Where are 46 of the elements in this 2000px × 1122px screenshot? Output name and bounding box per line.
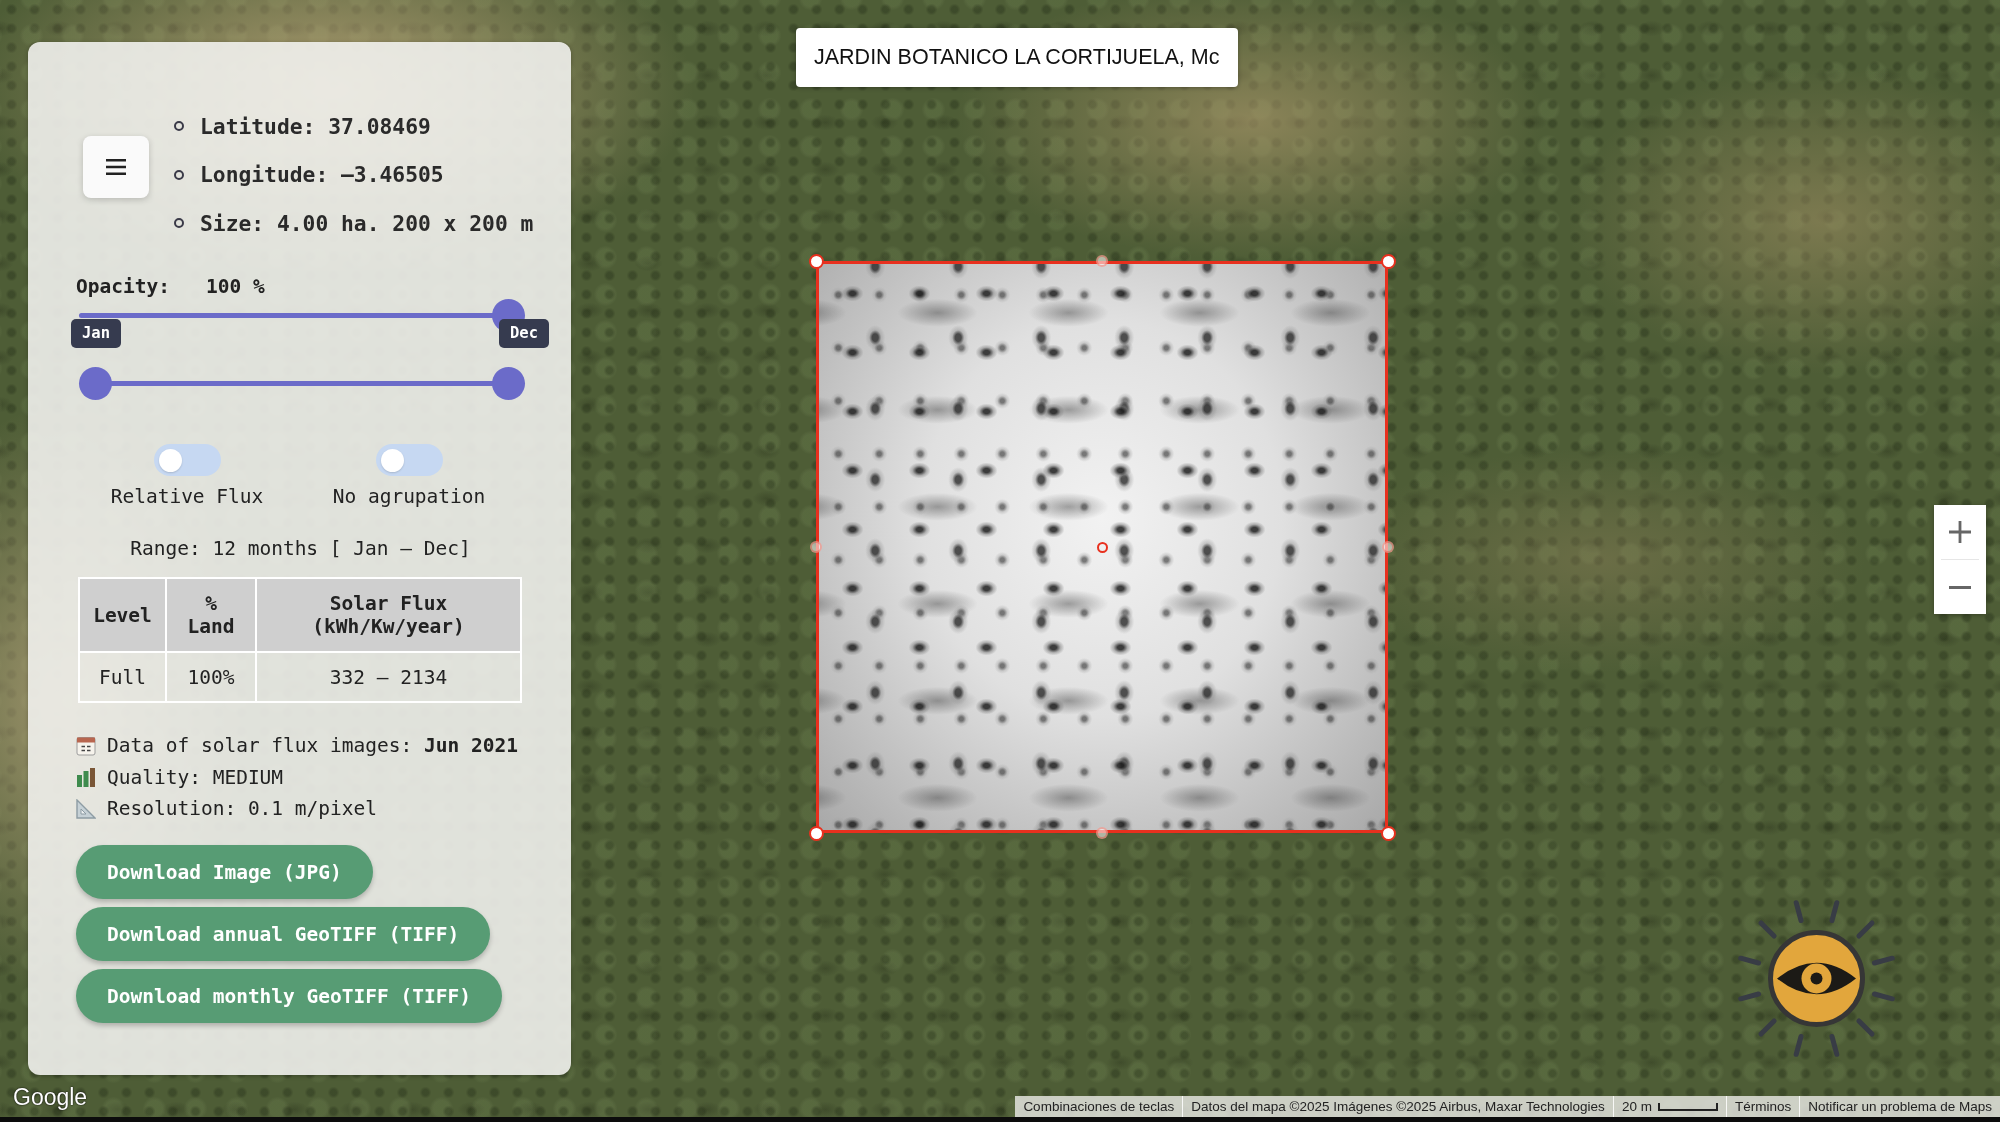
zoom-out-button[interactable] (1934, 560, 1986, 614)
table-cell: 332 – 2134 (256, 652, 521, 702)
month-range-slider[interactable]: Jan Dec (71, 319, 549, 400)
detail-text: Resolution: 0.1 m/pixel (107, 797, 378, 821)
footer-link[interactable]: Notificar un problema de Maps (1799, 1096, 2000, 1117)
toggle-switch[interactable] (153, 444, 221, 476)
center-point-icon (1096, 541, 1108, 553)
location-info-text: Longitude: –3.46505 (200, 162, 444, 188)
bullet-icon (174, 169, 184, 180)
opacity-value: 100 % (205, 274, 265, 299)
calendar-icon (76, 735, 96, 756)
column-header: Level (79, 578, 166, 652)
column-header: Solar Flux (kWh/Kw/year) (256, 578, 521, 652)
triangle-ruler-icon (76, 798, 96, 819)
bullet-icon (174, 218, 184, 229)
range-summary-text: Range: 12 months [ Jan – Dec] (129, 538, 472, 560)
opacity-label: Opacity: (76, 274, 170, 299)
toggle-switch[interactable] (375, 444, 443, 476)
slider-thumb[interactable] (492, 366, 525, 400)
toggle-label: No agrupation (332, 486, 486, 508)
scale-label: 20 m (1621, 1099, 1652, 1114)
footer-link[interactable]: Combinaciones de teclas (1015, 1096, 1183, 1117)
plus-icon (1949, 521, 1971, 543)
menu-button[interactable] (83, 136, 149, 198)
detail-text: Quality: MEDIUM (107, 765, 284, 789)
location-info-text: Size: 4.00 ha. 200 x 200 m (200, 210, 534, 236)
table-cell: 100% (166, 652, 256, 702)
map-logo: Google (13, 1084, 88, 1110)
bar-chart-icon (76, 767, 96, 788)
location-info-text: Latitude: 37.08469 (200, 113, 431, 139)
column-header: % Land (166, 578, 256, 652)
menu-icon (106, 159, 126, 175)
slider-thumb[interactable] (79, 366, 112, 400)
bullet-icon (174, 121, 184, 132)
table-cell: Full (79, 652, 166, 702)
detail-text: Data of solar flux images: Jun 2021 (107, 734, 518, 758)
sun-eye-icon (1735, 897, 1898, 1060)
scale-bar-icon (1657, 1102, 1718, 1111)
map-data-credit: Datos del mapa ©2025 Imágenes ©2025 Airbus, Maxar Technologies (1182, 1096, 1613, 1117)
search-field[interactable]: JARDIN BOTANICO LA CORTIJUELA, Mc (796, 28, 1238, 87)
footer-link[interactable]: Términos (1725, 1096, 1800, 1117)
month-tooltip: Dec (499, 319, 549, 348)
month-tooltip: Jan (71, 319, 121, 348)
minus-icon (1949, 585, 1971, 589)
zoom-in-button[interactable] (1934, 505, 1986, 559)
toggle-label: Relative Flux (110, 486, 264, 508)
